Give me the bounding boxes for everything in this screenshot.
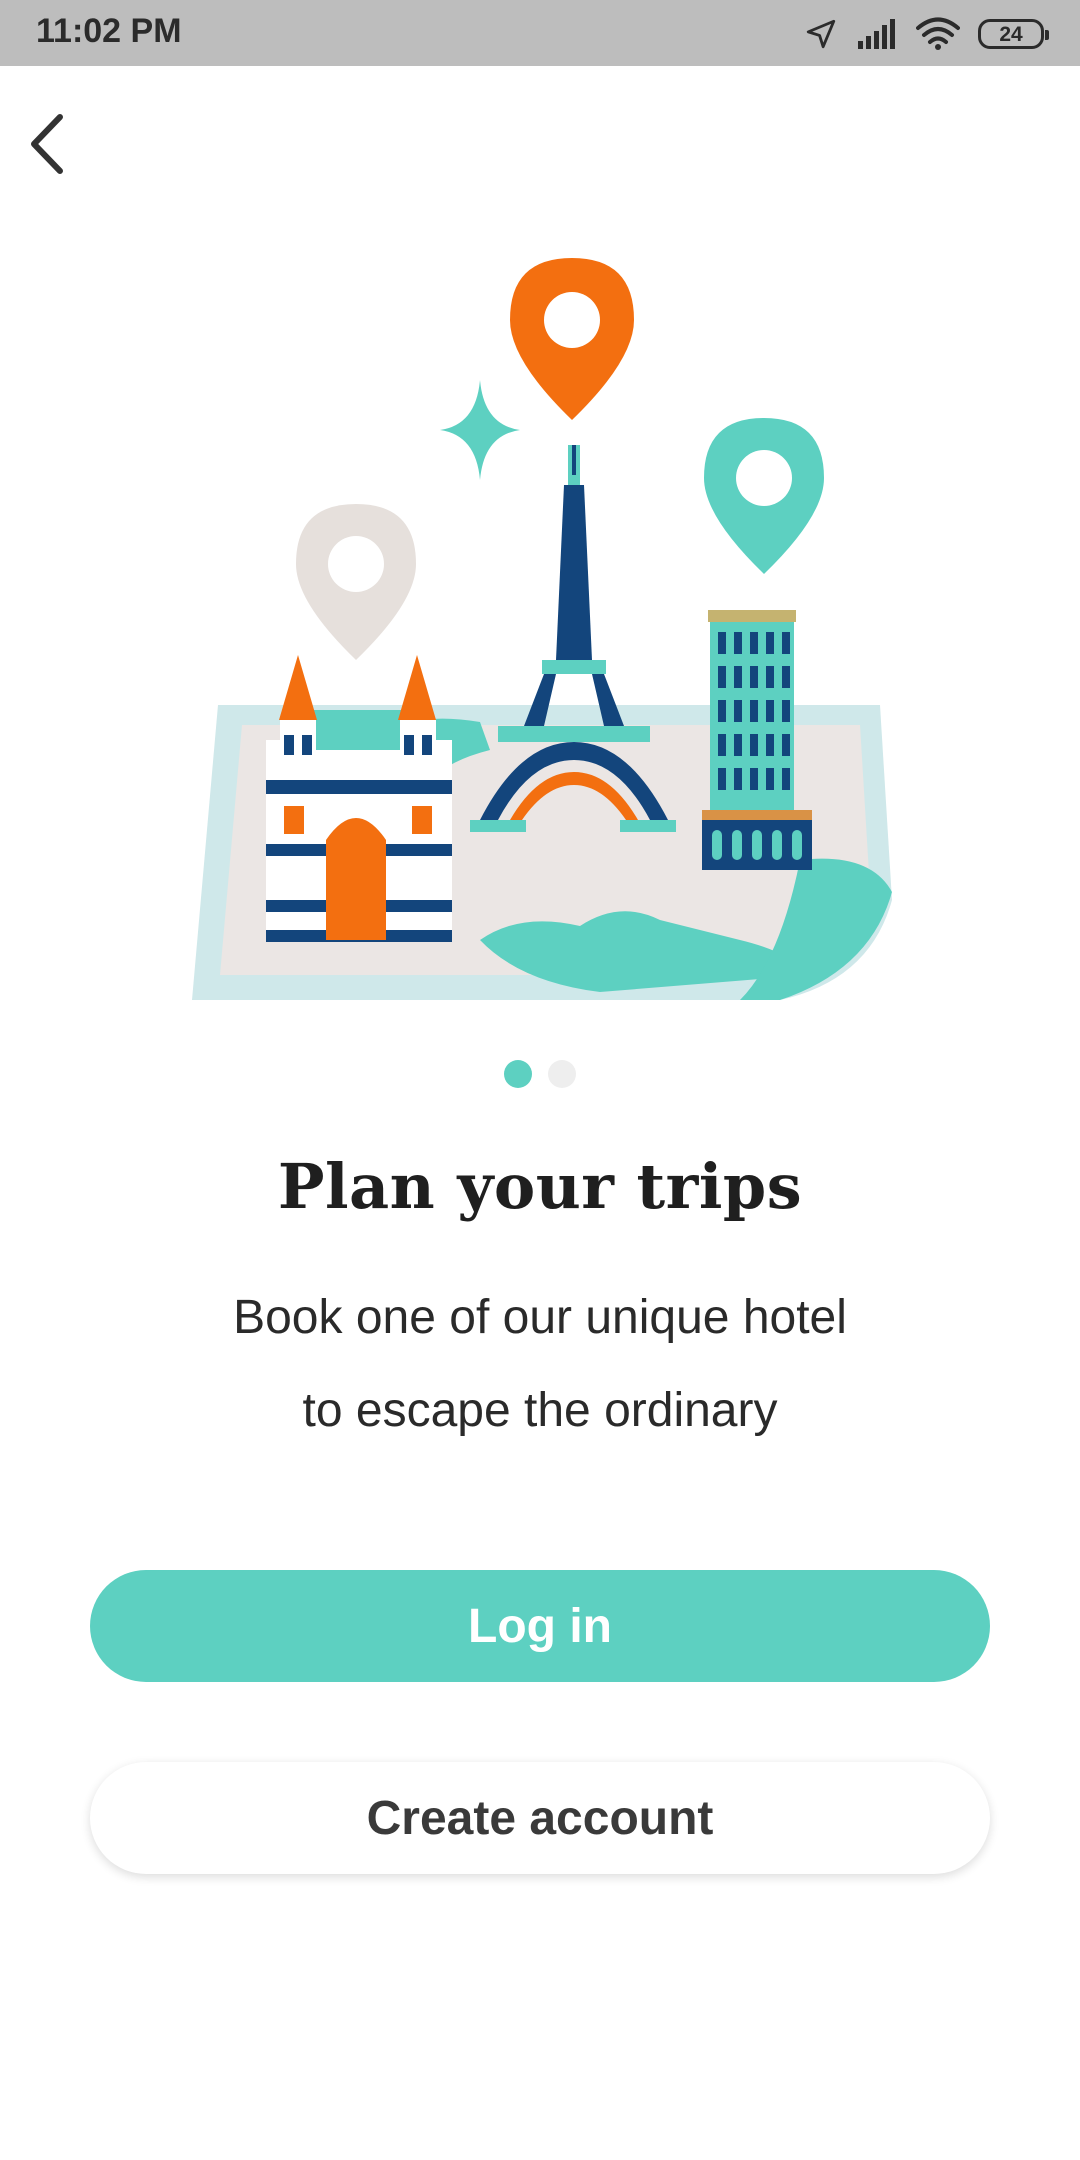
status-bar: 11:02 PM 24	[0, 0, 1080, 66]
page-indicator	[0, 1060, 1080, 1088]
onboarding-subtitle-line-2: to escape the ordinary	[302, 1384, 778, 1437]
onboarding-screen: 11:02 PM 24 Plan your trips Book one of …	[0, 0, 1080, 2160]
create-account-button[interactable]: Create account	[90, 1762, 990, 1874]
battery-icon: 24	[978, 19, 1049, 49]
onboarding-subtitle-line-1: Book one of our unique hotel	[233, 1291, 847, 1344]
battery-level: 24	[999, 22, 1023, 46]
page-dot-active[interactable]	[504, 1060, 532, 1088]
orange-pin-icon	[510, 258, 634, 420]
back-button[interactable]	[14, 106, 78, 186]
sparkle-icon	[440, 380, 520, 480]
gray-pin-icon	[296, 504, 416, 660]
chevron-left-icon	[26, 113, 66, 180]
page-dot[interactable]	[548, 1060, 576, 1088]
signal-icon	[856, 19, 898, 49]
login-button[interactable]: Log in	[90, 1570, 990, 1682]
teal-pin-icon	[704, 418, 824, 574]
travel-illustration	[180, 240, 900, 1010]
church-icon	[266, 655, 452, 942]
location-arrow-icon	[804, 17, 838, 51]
status-icons: 24	[804, 12, 1049, 56]
status-time: 11:02 PM	[36, 12, 182, 50]
onboarding-title: Plan your trips	[277, 1150, 803, 1223]
wifi-icon	[916, 17, 960, 51]
